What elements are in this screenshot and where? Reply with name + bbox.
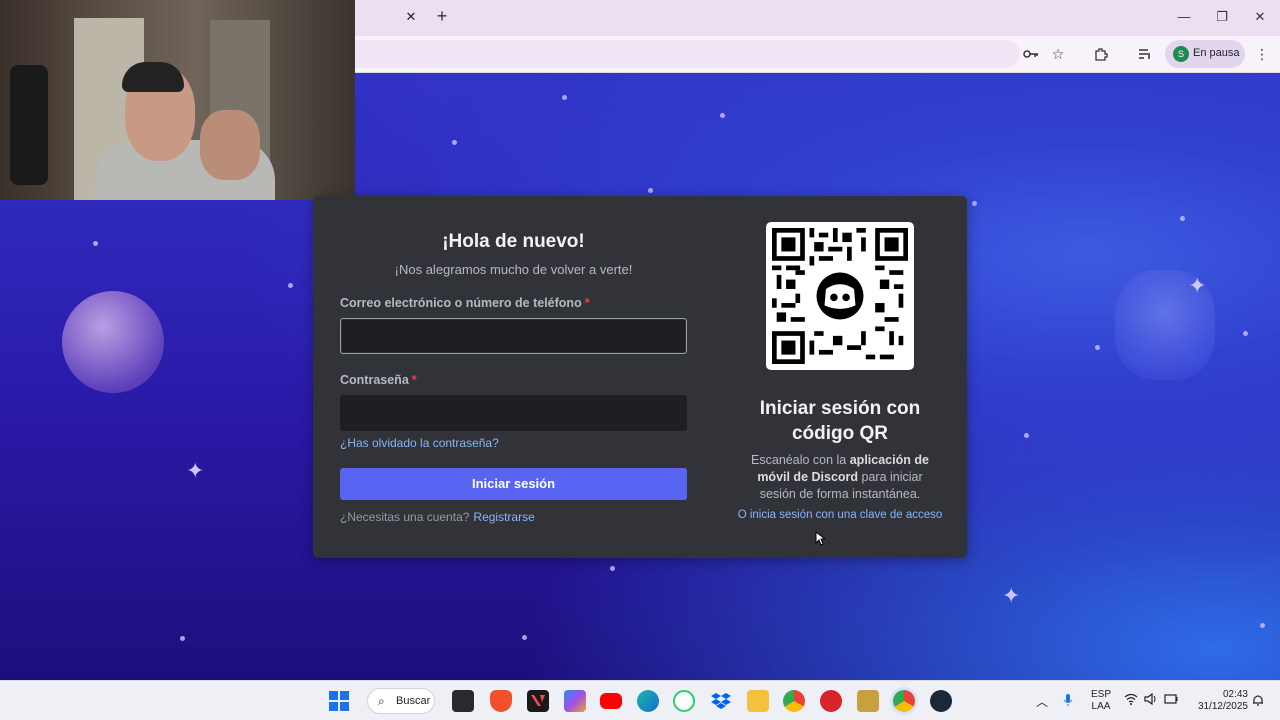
email-field[interactable] [340, 318, 687, 354]
tray-overflow-icon[interactable]: ︿ [1036, 693, 1048, 710]
microphone [10, 65, 48, 185]
streamer-hand [200, 110, 260, 180]
qr-code [766, 222, 914, 370]
whatsapp-icon[interactable] [673, 690, 695, 712]
dropbox-icon[interactable] [710, 690, 732, 712]
mouse-cursor-icon [815, 531, 825, 546]
star-decoration [180, 636, 185, 641]
restore-icon[interactable]: ❐ [1210, 6, 1234, 28]
star-decoration [1180, 216, 1185, 221]
password-label: Contraseña * [340, 373, 417, 387]
star-decoration [1095, 345, 1100, 350]
edge-icon[interactable] [637, 690, 659, 712]
star-decoration [610, 566, 615, 571]
star-decoration [648, 188, 653, 193]
star-decoration [1243, 331, 1248, 336]
login-title: ¡Hola de nuevo! [442, 231, 585, 252]
qr-description: Escanéalo con la aplicación de móvil de … [751, 453, 929, 501]
media-controls-icon[interactable] [1134, 43, 1156, 65]
copilot-icon[interactable] [564, 690, 586, 712]
password-field[interactable] [340, 395, 687, 431]
sparkle-decoration: ✦ [1002, 583, 1021, 608]
wifi-icon[interactable] [1124, 693, 1138, 708]
new-tab-icon[interactable]: + [432, 6, 452, 26]
folder-icon[interactable] [747, 690, 769, 712]
extensions-icon[interactable] [1090, 43, 1112, 65]
login-button[interactable]: Iniciar sesión [340, 468, 687, 500]
microphone-icon[interactable] [1063, 693, 1073, 710]
file-explorer-icon[interactable] [452, 690, 474, 712]
battery-icon[interactable] [1164, 693, 1178, 708]
required-asterisk: * [584, 296, 590, 310]
star-decoration [93, 241, 98, 246]
required-asterisk: * [411, 373, 417, 387]
sparkle-decoration: ✦ [186, 458, 205, 483]
clock[interactable]: 02:43 31/12/2025 [1186, 689, 1248, 713]
star-decoration [720, 113, 725, 118]
browser-menu-icon[interactable]: ⋮ [1251, 43, 1273, 65]
search-icon: ⌕ [378, 694, 385, 708]
planet-decoration [62, 291, 164, 393]
language-indicator[interactable]: ESP LAA [1088, 689, 1114, 713]
steam-icon[interactable] [930, 690, 952, 712]
app-red-icon[interactable] [820, 690, 842, 712]
star-decoration [452, 140, 457, 145]
tab-close-icon[interactable]: ✕ [402, 8, 420, 26]
chrome-icon[interactable] [783, 690, 805, 712]
login-subtitle: ¡Nos alegramos mucho de volver a verte! [394, 262, 633, 277]
bookmark-star-icon[interactable]: ☆ [1047, 43, 1069, 65]
brave-icon[interactable] [490, 690, 512, 712]
app-gold-icon[interactable] [857, 690, 879, 712]
notifications-icon[interactable] [1252, 693, 1264, 710]
sparkle-decoration: ✦ [1188, 273, 1207, 298]
star-decoration [288, 283, 293, 288]
star-decoration [562, 95, 567, 100]
streamer-cap [122, 62, 184, 92]
volume-icon[interactable] [1144, 692, 1158, 708]
address-bar[interactable] [355, 40, 1020, 68]
profile-status-label: En pausa [1193, 47, 1240, 59]
youtube-icon[interactable] [600, 693, 622, 709]
star-decoration [1024, 433, 1029, 438]
register-link[interactable]: Registrarse [473, 510, 534, 524]
qr-title: Iniciar sesión con código QR [759, 398, 921, 444]
taskbar-search[interactable]: ⌕ Buscar [367, 688, 435, 714]
star-decoration [522, 635, 527, 640]
minimize-icon[interactable]: — [1172, 6, 1196, 28]
avatar: S [1173, 46, 1189, 62]
webcam-overlay [0, 0, 355, 200]
passkey-login-link[interactable]: O inicia sesión con una clave de acceso [727, 509, 953, 521]
star-decoration [972, 201, 977, 206]
profile-button[interactable]: S En pausa [1165, 40, 1245, 68]
star-decoration [1260, 623, 1265, 628]
windows-start-icon[interactable] [329, 691, 349, 711]
register-prompt: ¿Necesitas una cuenta? Registrarse [340, 510, 535, 524]
forgot-password-link[interactable]: ¿Has olvidado la contraseña? [340, 436, 499, 450]
email-label: Correo electrónico o número de teléfono * [340, 296, 590, 310]
qr-code-image [772, 228, 908, 364]
close-window-icon[interactable]: ✕ [1248, 6, 1272, 28]
valorant-icon[interactable] [527, 690, 549, 712]
password-key-icon[interactable] [1020, 43, 1042, 65]
chrome-active-icon[interactable] [893, 690, 915, 712]
taskbar-search-label: Buscar [396, 695, 431, 707]
windows-taskbar: ⌕ Buscar ︿ ESP LAA 02:43 31/12/2025 [0, 680, 1280, 720]
login-card: ¡Hola de nuevo! ¡Nos alegramos mucho de … [313, 196, 967, 558]
